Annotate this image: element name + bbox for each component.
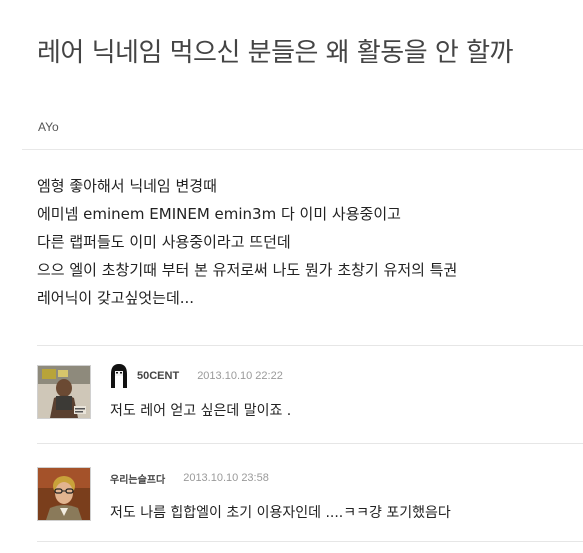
comment-divider <box>37 345 583 346</box>
post-body-line: 다른 랩퍼들도 이미 사용중이라고 뜨던데 <box>37 233 291 251</box>
comment-divider <box>37 541 583 542</box>
comment-item: 50CENT 2013.10.10 22:22 저도 레어 얻고 싶은데 말이죠… <box>37 363 583 451</box>
post-body-line: 엠형 좋아해서 닉네임 변경때 <box>37 177 217 195</box>
portrait-avatar[interactable] <box>37 467 91 521</box>
post-body-line: 에미넴 eminem EMINEM emin3m 다 이미 사용중이고 <box>37 205 401 223</box>
comment-date: 2013.10.10 22:22 <box>197 370 283 382</box>
header-divider <box>22 149 583 150</box>
comment-text: 저도 나름 힙합엘이 초기 이용자인데 ....ㅋㅋ걍 포기했음다 <box>110 505 451 521</box>
post-title: 레어 닉네임 먹으신 분들은 왜 활동을 안 할까 <box>37 38 513 68</box>
post-body-line: 으으 엘이 초창기때 부터 본 유저로써 나도 뭔가 초창기 유저의 특권 <box>37 261 458 279</box>
comment-nickname[interactable]: 우리는슬프다 <box>110 471 165 486</box>
comment-nickname[interactable]: 50CENT <box>137 370 179 382</box>
comment-date: 2013.10.10 23:58 <box>183 472 269 484</box>
member-level-icon <box>110 363 128 389</box>
album-cover-avatar[interactable] <box>37 365 91 419</box>
comment-divider <box>37 443 583 444</box>
post-body: 엠형 좋아해서 닉네임 변경때 에미넴 eminem EMINEM emin3m… <box>37 172 457 312</box>
post-author[interactable]: AYo <box>38 120 59 134</box>
post-body-line: 레어닉이 갖고싶엇는데... <box>37 289 195 307</box>
comment-text: 저도 레어 얻고 싶은데 말이죠 . <box>110 403 292 419</box>
